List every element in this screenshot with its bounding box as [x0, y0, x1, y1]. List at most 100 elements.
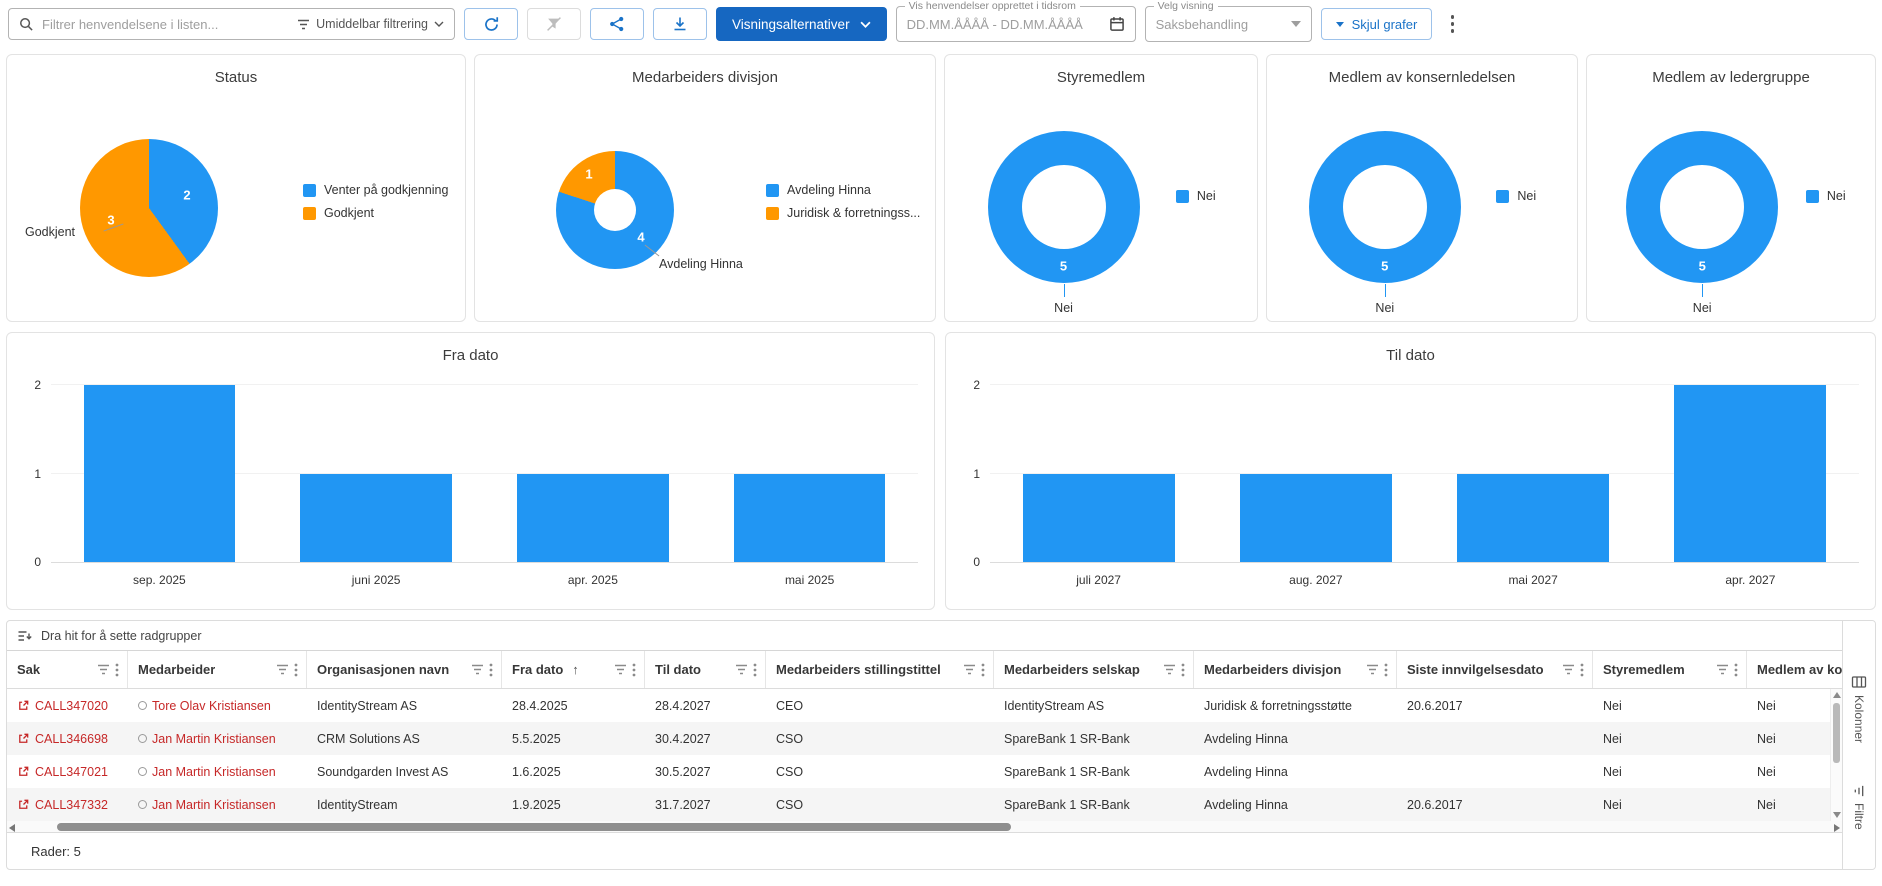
employee-cell[interactable]: Tore Olav Kristiansen [128, 689, 307, 722]
column-header-fra-dato[interactable]: Fra dato↑ [502, 651, 645, 688]
tab-filtre[interactable]: Filtre [1852, 785, 1866, 830]
fra-dato-bar-chart[interactable]: 012 [51, 385, 918, 563]
horizontal-scroll-thumb[interactable] [57, 823, 1011, 831]
table-row[interactable]: CALL347020Tore Olav KristiansenIdentityS… [7, 689, 1842, 722]
vertical-scrollbar[interactable] [1830, 689, 1842, 821]
download-button[interactable] [653, 8, 707, 40]
kebab-icon[interactable] [115, 663, 119, 677]
bar[interactable] [300, 474, 452, 563]
bar[interactable] [1240, 474, 1392, 563]
view-select[interactable]: Velg visning Saksbehandling [1145, 6, 1312, 42]
table-row[interactable]: CALL347021Jan Martin KristiansenSoundgar… [7, 755, 1842, 788]
employee-cell[interactable]: Jan Martin Kristiansen [128, 755, 307, 788]
case-link-cell[interactable]: CALL347332 [7, 788, 128, 821]
column-header-medlem-av-ko[interactable]: Medlem av ko [1747, 651, 1842, 688]
column-header-sak[interactable]: Sak [7, 651, 128, 688]
legend-item[interactable]: Venter på godkjenning [303, 183, 448, 197]
horizontal-scrollbar[interactable] [7, 821, 1842, 832]
x-tick-label: juni 2025 [268, 573, 485, 587]
tab-kolonner[interactable]: Kolonner [1851, 675, 1867, 743]
filter-icon[interactable] [1562, 664, 1575, 675]
legend-item[interactable]: Juridisk & forretningss... [766, 206, 920, 220]
slice-value: 4 [637, 230, 644, 245]
case-link-cell[interactable]: CALL346698 [7, 722, 128, 755]
column-header-medarbeiders-divisjon[interactable]: Medarbeiders divisjon [1194, 651, 1397, 688]
date-range-input[interactable] [907, 17, 1109, 32]
kebab-icon[interactable] [753, 663, 757, 677]
case-link[interactable]: CALL346698 [35, 732, 108, 746]
hide-charts-button[interactable]: Skjul grafer [1321, 8, 1433, 40]
vertical-scroll-thumb[interactable] [1833, 703, 1840, 763]
column-header-siste-innvilgelsesdato[interactable]: Siste innvilgelsesdato [1397, 651, 1593, 688]
employee-link[interactable]: Jan Martin Kristiansen [152, 798, 276, 812]
row-group-dropzone[interactable]: Dra hit for å sette radgrupper [7, 621, 1842, 651]
filter-icon[interactable] [614, 664, 627, 675]
status-pie-chart[interactable] [80, 139, 218, 277]
case-link[interactable]: CALL347021 [35, 765, 108, 779]
column-header-medarbeiders-selskap[interactable]: Medarbeiders selskap [994, 651, 1194, 688]
column-header-medarbeiders-stillingstittel[interactable]: Medarbeiders stillingstittel [766, 651, 994, 688]
slice-value: 2 [183, 188, 190, 203]
clear-filter-button[interactable] [527, 8, 581, 40]
search-input[interactable] [42, 17, 289, 32]
employee-cell[interactable]: Jan Martin Kristiansen [128, 788, 307, 821]
column-header-medarbeider[interactable]: Medarbeider [128, 651, 307, 688]
column-header-til-dato[interactable]: Til dato [645, 651, 766, 688]
bar[interactable] [517, 474, 669, 563]
legend-item[interactable]: Godkjent [303, 206, 448, 220]
employee-cell[interactable]: Jan Martin Kristiansen [128, 722, 307, 755]
case-link[interactable]: CALL347020 [35, 699, 108, 713]
filter-icon[interactable] [963, 664, 976, 675]
table-row[interactable]: CALL346698Jan Martin KristiansenCRM Solu… [7, 722, 1842, 755]
table-cell: SpareBank 1 SR-Bank [994, 755, 1194, 788]
table-row[interactable]: CALL347332Jan Martin KristiansenIdentity… [7, 788, 1842, 821]
calendar-icon[interactable] [1109, 16, 1125, 32]
scroll-up-arrow[interactable] [1833, 692, 1841, 698]
scroll-right-arrow[interactable] [1834, 824, 1840, 832]
date-range-field[interactable]: Vis henvendelser opprettet i tidsrom [896, 6, 1136, 42]
bar[interactable] [734, 474, 886, 563]
kebab-icon[interactable] [981, 663, 985, 677]
more-options-button[interactable] [1441, 8, 1463, 40]
kebab-icon[interactable] [632, 663, 636, 677]
kebab-icon[interactable] [489, 663, 493, 677]
filter-icon[interactable] [1716, 664, 1729, 675]
column-header-organisasjonen-navn[interactable]: Organisasjonen navn [307, 651, 502, 688]
bar[interactable] [84, 385, 236, 562]
view-select-value: Saksbehandling [1156, 17, 1291, 32]
filter-icon[interactable] [1163, 664, 1176, 675]
kebab-icon[interactable] [1580, 663, 1584, 677]
filter-icon[interactable] [735, 664, 748, 675]
case-link-cell[interactable]: CALL347021 [7, 755, 128, 788]
filter-icon[interactable] [276, 664, 289, 675]
legend-item[interactable]: Avdeling Hinna [766, 183, 920, 197]
refresh-button[interactable] [464, 8, 518, 40]
kebab-icon[interactable] [1181, 663, 1185, 677]
table-cell: CSO [766, 722, 994, 755]
scroll-left-arrow[interactable] [9, 824, 15, 832]
kebab-icon[interactable] [1384, 663, 1388, 677]
instant-filter-dropdown[interactable]: Umiddelbar filtrering [297, 17, 444, 31]
column-header-styremedlem[interactable]: Styremedlem [1593, 651, 1747, 688]
share-button[interactable] [590, 8, 644, 40]
case-link[interactable]: CALL347332 [35, 798, 108, 812]
search-filter-box[interactable]: Umiddelbar filtrering [8, 8, 455, 40]
view-options-button[interactable]: Visningsalternativer [716, 7, 887, 41]
scroll-down-arrow[interactable] [1833, 812, 1841, 818]
filter-icon[interactable] [1366, 664, 1379, 675]
kebab-icon[interactable] [294, 663, 298, 677]
bar[interactable] [1674, 385, 1826, 562]
employee-link[interactable]: Jan Martin Kristiansen [152, 765, 276, 779]
kebab-icon[interactable] [1734, 663, 1738, 677]
filter-icon[interactable] [471, 664, 484, 675]
til-dato-bar-chart[interactable]: 012 [990, 385, 1859, 563]
employee-link[interactable]: Tore Olav Kristiansen [152, 699, 271, 713]
legend-item[interactable]: Nei [1176, 189, 1216, 203]
bar[interactable] [1457, 474, 1609, 563]
legend-item[interactable]: Nei [1496, 189, 1536, 203]
employee-link[interactable]: Jan Martin Kristiansen [152, 732, 276, 746]
filter-icon[interactable] [97, 664, 110, 675]
case-link-cell[interactable]: CALL347020 [7, 689, 128, 722]
bar[interactable] [1023, 474, 1175, 563]
legend-item[interactable]: Nei [1806, 189, 1846, 203]
